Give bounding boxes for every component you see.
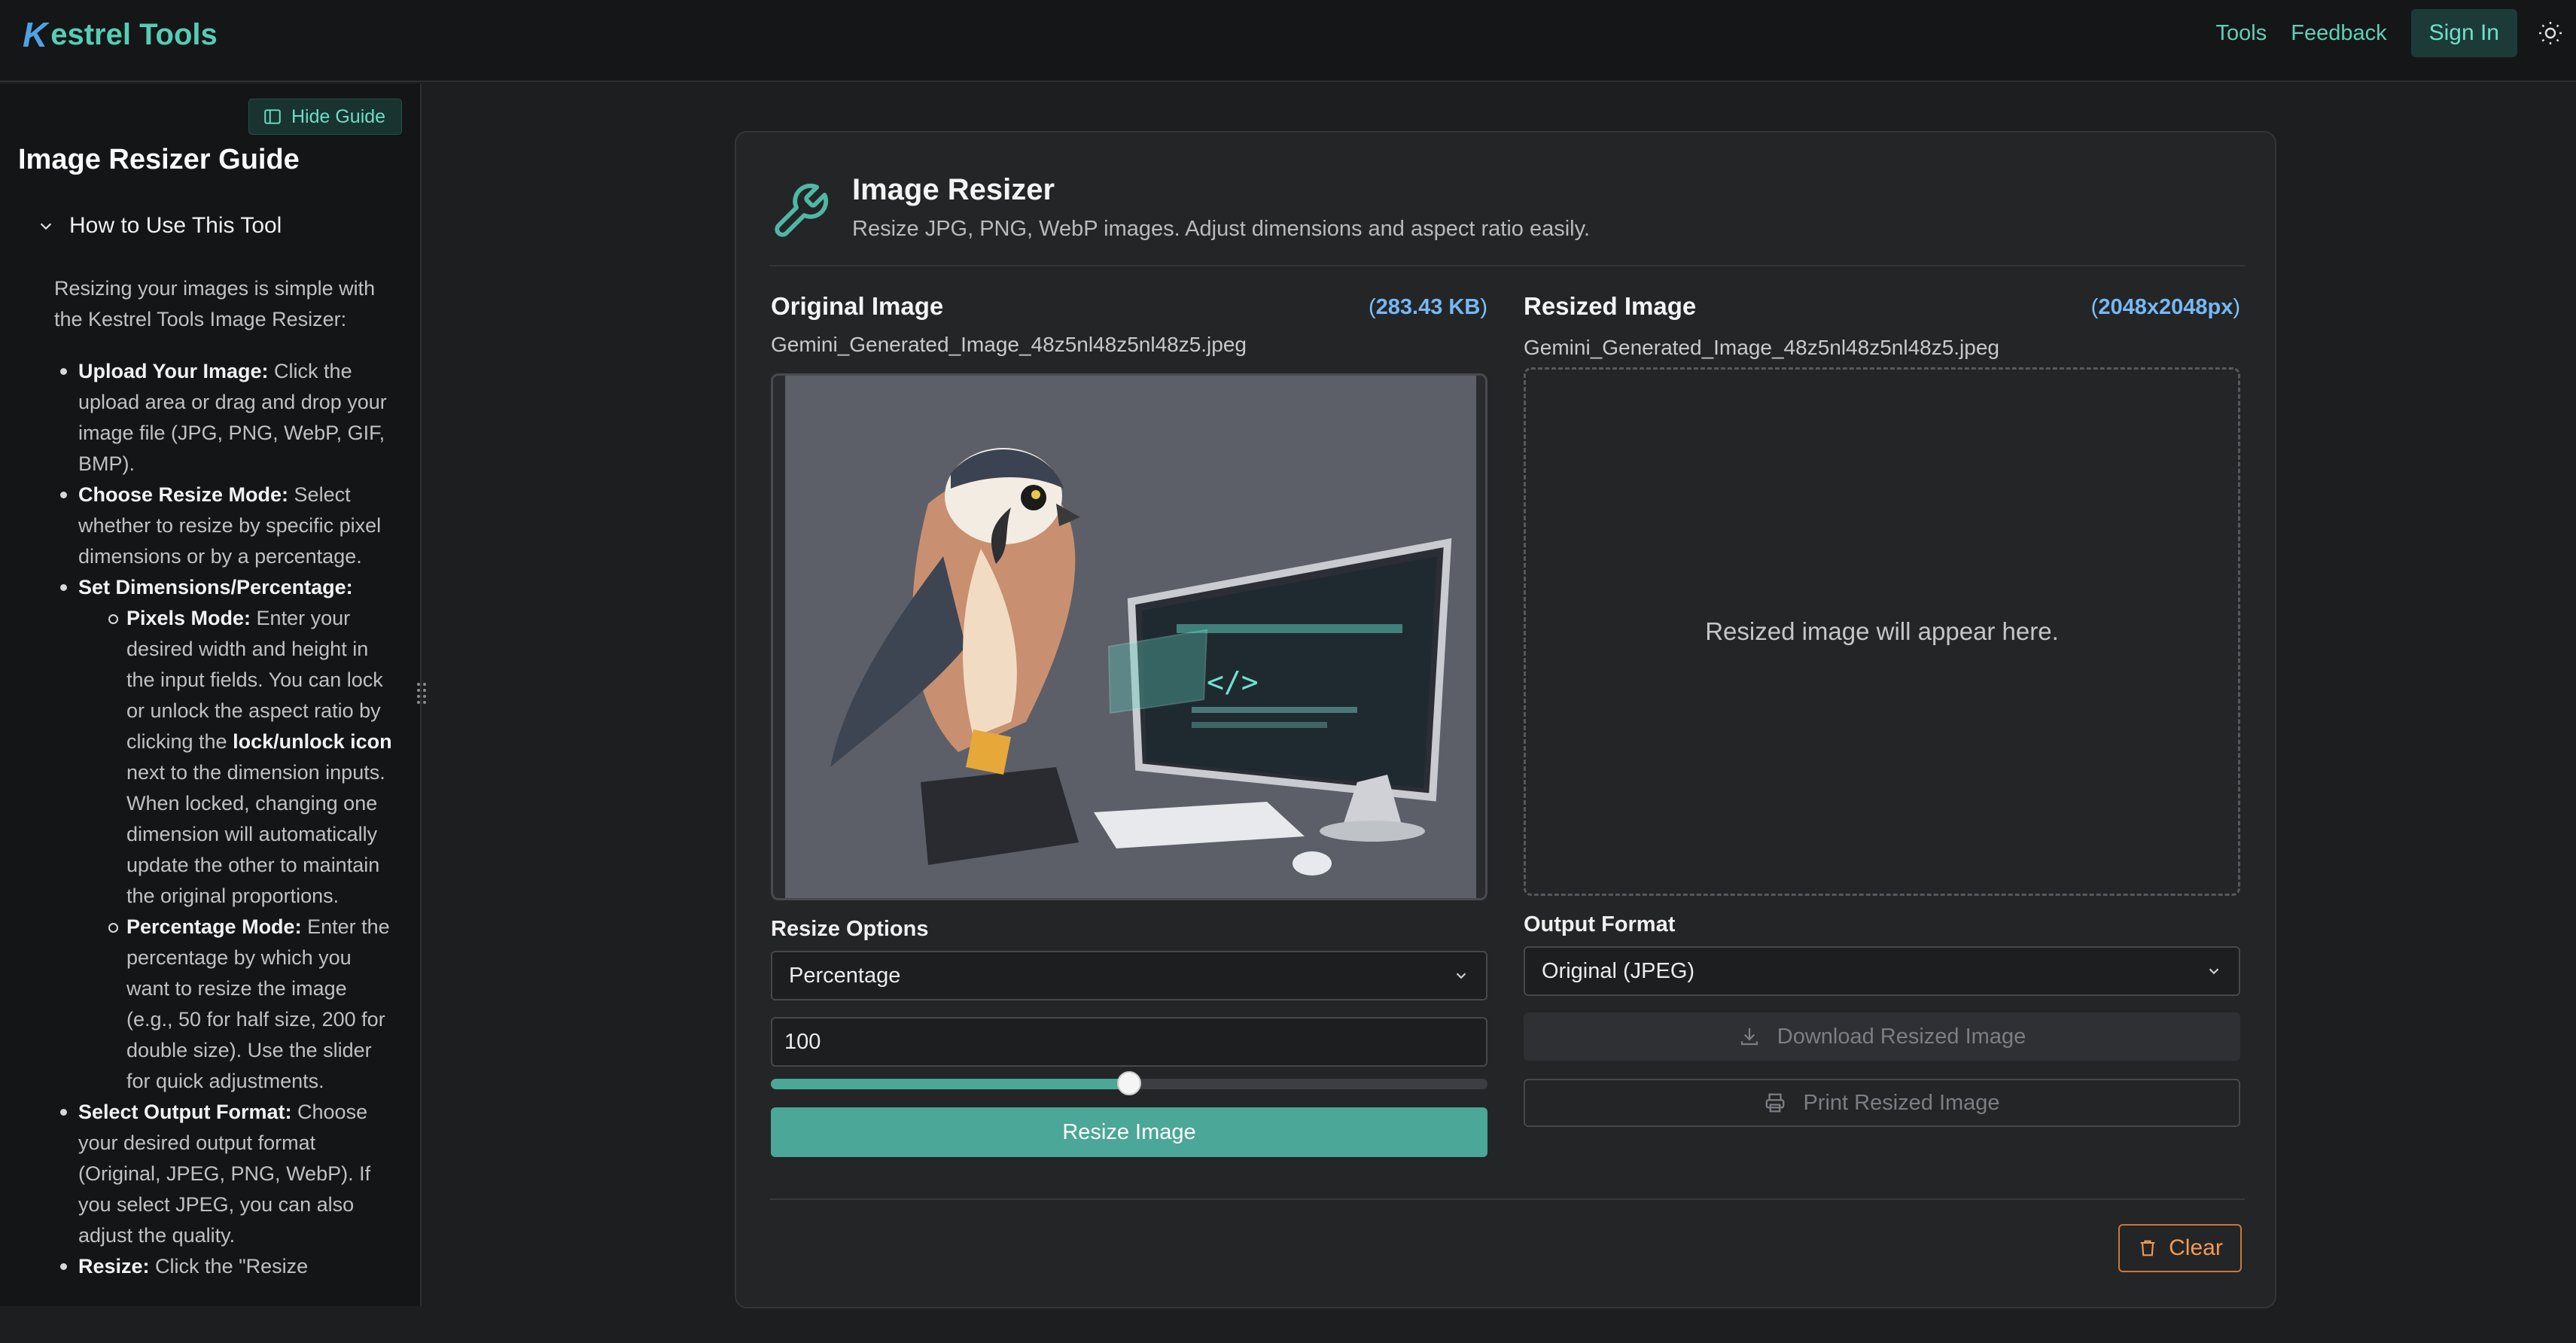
resized-header: Resized Image (2048x2048px) — [1524, 292, 2240, 330]
resize-mode-value: Percentage — [789, 963, 901, 988]
meta-paren: ( — [2090, 295, 2099, 319]
guide-substep: Percentage Mode: Enter the percentage by… — [78, 912, 397, 1097]
trash-icon — [2140, 1240, 2155, 1256]
clear-label: Clear — [2169, 1235, 2223, 1260]
kestrel-illustration-image: </> — [785, 376, 1476, 898]
wrench-icon — [775, 183, 829, 237]
substep-emphasis: lock/unlock icon — [233, 730, 392, 753]
printer-icon — [1766, 1093, 1785, 1113]
placeholder-text: Resized image will appear here. — [1705, 617, 2059, 645]
step-title: Resize: — [78, 1255, 150, 1278]
step-title: Choose Resize Mode: — [78, 483, 289, 506]
substep-title: Percentage Mode: — [126, 915, 302, 938]
sign-in-button[interactable]: Sign In — [2410, 9, 2517, 57]
how-to-accordion-toggle[interactable]: How to Use This Tool — [38, 213, 282, 239]
nav-feedback-link[interactable]: Feedback — [2291, 21, 2386, 46]
original-header: Original Image (283.43 KB) — [771, 292, 1487, 330]
guide-substeps: Pixels Mode: Enter your desired width an… — [78, 603, 397, 1097]
guide-substep: Pixels Mode: Enter your desired width an… — [78, 603, 397, 912]
original-column: Original Image (283.43 KB) Gemini_Genera… — [771, 292, 1487, 1157]
original-image-preview[interactable]: </> — [771, 373, 1487, 900]
guide-intro: Resizing your images is simple with the … — [54, 277, 376, 330]
nav-tools-link[interactable]: Tools — [2216, 21, 2267, 46]
percentage-input[interactable]: 100 — [771, 1017, 1487, 1067]
brand-name: estrel Tools — [50, 17, 218, 51]
sidebar-panel-icon — [264, 109, 281, 124]
tool-title: Image Resizer — [852, 173, 1055, 206]
substep-text: Enter the percentage by which you want t… — [126, 915, 390, 1092]
download-icon — [1740, 1028, 1758, 1046]
resize-options-group: Resize Options Percentage 100 Resize Ima… — [771, 917, 1487, 1157]
hide-guide-button[interactable]: Hide Guide — [248, 99, 402, 135]
resize-mode-select[interactable]: Percentage — [771, 951, 1487, 1000]
meta-paren: ) — [1480, 295, 1487, 319]
clear-button[interactable]: Clear — [2118, 1224, 2242, 1272]
print-resized-button[interactable]: Print Resized Image — [1524, 1079, 2240, 1127]
substep-title: Pixels Mode: — [126, 607, 251, 629]
card-footer-divider — [769, 1198, 2245, 1200]
hide-guide-label: Hide Guide — [291, 105, 386, 127]
chevron-down-icon — [2209, 968, 2219, 975]
resized-title: Resized Image — [1524, 292, 1697, 320]
original-file-size: (283.43 KB) — [1369, 295, 1487, 320]
slider-fill — [771, 1079, 1129, 1089]
drag-handle-icon[interactable] — [416, 681, 428, 706]
guide-step: Select Output Format: Choose your desire… — [54, 1097, 397, 1251]
original-file-name: Gemini_Generated_Image_48z5nl48z5nl48z5.… — [771, 333, 1247, 356]
dimensions-value: 2048x2048px — [2098, 295, 2233, 319]
resize-options-label: Resize Options — [771, 917, 929, 941]
guide-steps: Upload Your Image: Click the upload area… — [54, 356, 397, 1282]
tool-subtitle: Resize JPG, PNG, WebP images. Adjust dim… — [852, 217, 1591, 241]
resize-image-button[interactable]: Resize Image — [771, 1107, 1487, 1157]
step-title: Select Output Format: — [78, 1101, 292, 1123]
resized-image-placeholder: Resized image will appear here. — [1524, 367, 2240, 896]
accordion-label: How to Use This Tool — [69, 213, 282, 238]
step-title: Set Dimensions/Percentage: — [78, 576, 353, 598]
download-label: Download Resized Image — [1777, 1024, 2026, 1049]
guide-step: Upload Your Image: Click the upload area… — [54, 356, 397, 480]
substep-text: next to the dimension inputs. When locke… — [126, 761, 385, 907]
guide-step: Set Dimensions/Percentage: Pixels Mode: … — [54, 572, 397, 1097]
top-nav: Tools Feedback Sign In — [2216, 9, 2576, 57]
meta-paren: ( — [1369, 295, 1376, 319]
slider-thumb[interactable] — [1117, 1071, 1141, 1095]
guide-sidebar: Hide Guide Image Resizer Guide How to Us… — [0, 84, 422, 1306]
output-format-value: Original (JPEG) — [1542, 958, 1695, 983]
guide-title: Image Resizer Guide — [18, 144, 300, 175]
step-title: Upload Your Image: — [78, 360, 269, 382]
chevron-down-icon — [40, 223, 52, 230]
step-text: Click the "Resize — [149, 1255, 309, 1278]
resized-column: Resized Image (2048x2048px) Gemini_Gener… — [1524, 292, 2240, 1127]
chevron-down-icon — [1456, 973, 1466, 979]
sun-icon[interactable] — [2537, 20, 2564, 47]
guide-content: Resizing your images is simple with the … — [54, 273, 397, 1282]
original-title: Original Image — [771, 292, 944, 320]
top-header: K estrel Tools Tools Feedback Sign In — [0, 0, 2576, 82]
print-label: Print Resized Image — [1803, 1090, 2000, 1115]
guide-step: Resize: Click the "Resize — [54, 1251, 397, 1282]
brand-initial: K — [23, 15, 48, 54]
output-format-label: Output Format — [1524, 912, 1676, 936]
resized-dimensions: (2048x2048px) — [2091, 295, 2240, 320]
svg-text:</>: </> — [1207, 665, 1259, 699]
output-format-select[interactable]: Original (JPEG) — [1524, 946, 2240, 996]
guide-step: Choose Resize Mode: Select whether to re… — [54, 480, 397, 572]
file-size-value: 283.43 KB — [1375, 295, 1481, 319]
resized-file-name: Gemini_Generated_Image_48z5nl48z5nl48z5.… — [1524, 336, 1999, 359]
output-format-group: Output Format Original (JPEG) Download R… — [1524, 912, 2240, 1127]
percentage-slider[interactable] — [771, 1068, 1487, 1095]
brand-logo[interactable]: K estrel Tools — [23, 12, 218, 57]
meta-paren: ) — [2233, 295, 2240, 319]
card-header: Image Resizer Resize JPG, PNG, WebP imag… — [769, 166, 2245, 266]
download-resized-button[interactable]: Download Resized Image — [1524, 1013, 2240, 1061]
percentage-value: 100 — [784, 1029, 821, 1054]
image-resizer-card: Image Resizer Resize JPG, PNG, WebP imag… — [735, 131, 2276, 1308]
